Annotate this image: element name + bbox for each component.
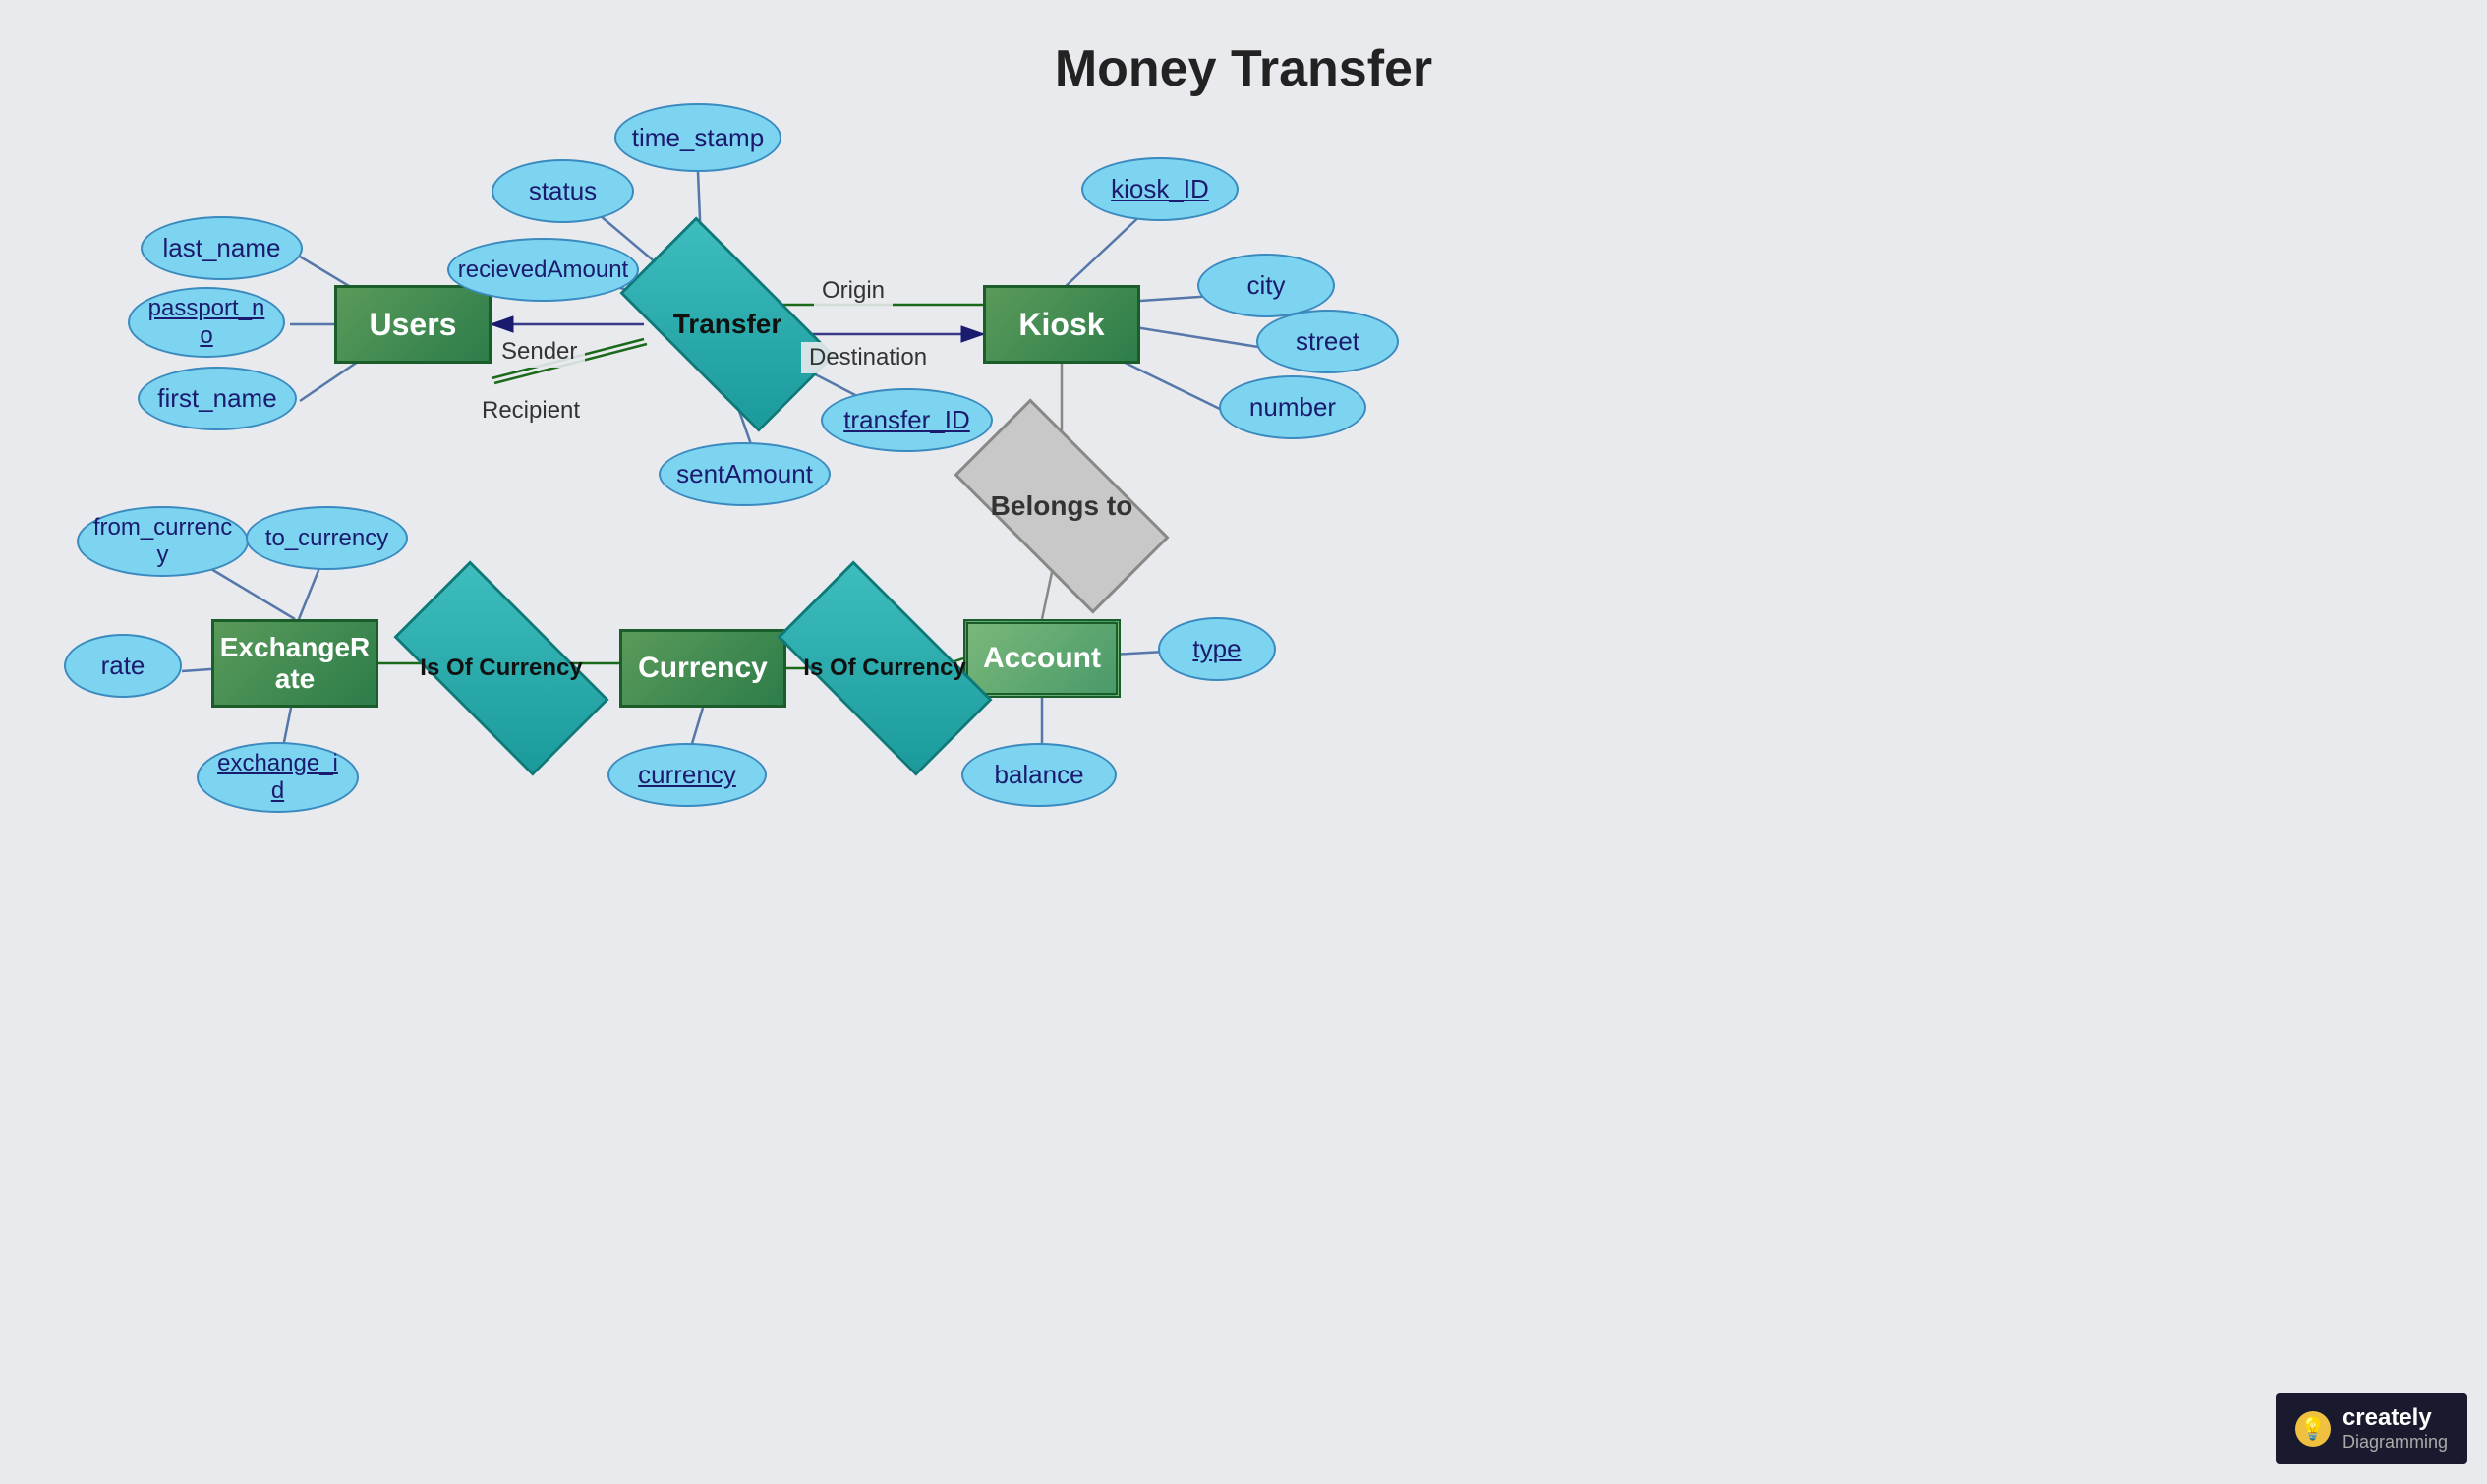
attr-transfer-id: transfer_ID xyxy=(821,388,993,452)
canvas: Money Transfer xyxy=(0,0,2487,1484)
attr-rate: rate xyxy=(64,634,182,698)
entity-currency[interactable]: Currency xyxy=(619,629,786,708)
attr-time-stamp: time_stamp xyxy=(614,103,781,172)
attr-currency: currency xyxy=(607,743,767,807)
relationship-belongsto[interactable]: Belongs to xyxy=(954,447,1170,565)
entity-exchangerate[interactable]: ExchangeR ate xyxy=(211,619,378,708)
attr-to-currency: to_currency xyxy=(246,506,408,570)
attr-sent-amount: sentAmount xyxy=(659,442,831,506)
attr-recieved-amount: recievedAmount xyxy=(447,238,639,302)
watermark-icon: 💡 xyxy=(2295,1411,2331,1447)
watermark: 💡 creately Diagramming xyxy=(2276,1393,2467,1464)
rel-label-sender: Sender xyxy=(493,336,585,368)
attr-number: number xyxy=(1219,375,1366,439)
rel-label-destination: Destination xyxy=(801,342,935,373)
relationship-isofcurrency1[interactable]: Is Of Currency xyxy=(393,609,609,727)
attr-passport-no: passport_n o xyxy=(128,287,285,358)
entity-users[interactable]: Users xyxy=(334,285,492,364)
rel-label-recipient: Recipient xyxy=(474,395,588,427)
relationship-isofcurrency2[interactable]: Is Of Currency xyxy=(777,609,993,727)
diagram-lines xyxy=(0,0,2487,1484)
watermark-text: creately Diagramming xyxy=(2342,1404,2448,1453)
attr-last-name: last_name xyxy=(141,216,303,280)
attr-exchange-id: exchange_i d xyxy=(197,742,359,813)
attr-type: type xyxy=(1158,617,1276,681)
attr-balance: balance xyxy=(961,743,1117,807)
attr-status: status xyxy=(492,159,634,223)
attr-kiosk-id: kiosk_ID xyxy=(1081,157,1239,221)
attr-from-currency: from_currenc y xyxy=(77,506,249,577)
entity-kiosk[interactable]: Kiosk xyxy=(983,285,1140,364)
page-title: Money Transfer xyxy=(1055,39,1432,98)
attr-street: street xyxy=(1256,310,1399,373)
attr-first-name: first_name xyxy=(138,367,297,430)
attr-city: city xyxy=(1197,254,1335,317)
rel-label-origin: Origin xyxy=(814,275,893,307)
